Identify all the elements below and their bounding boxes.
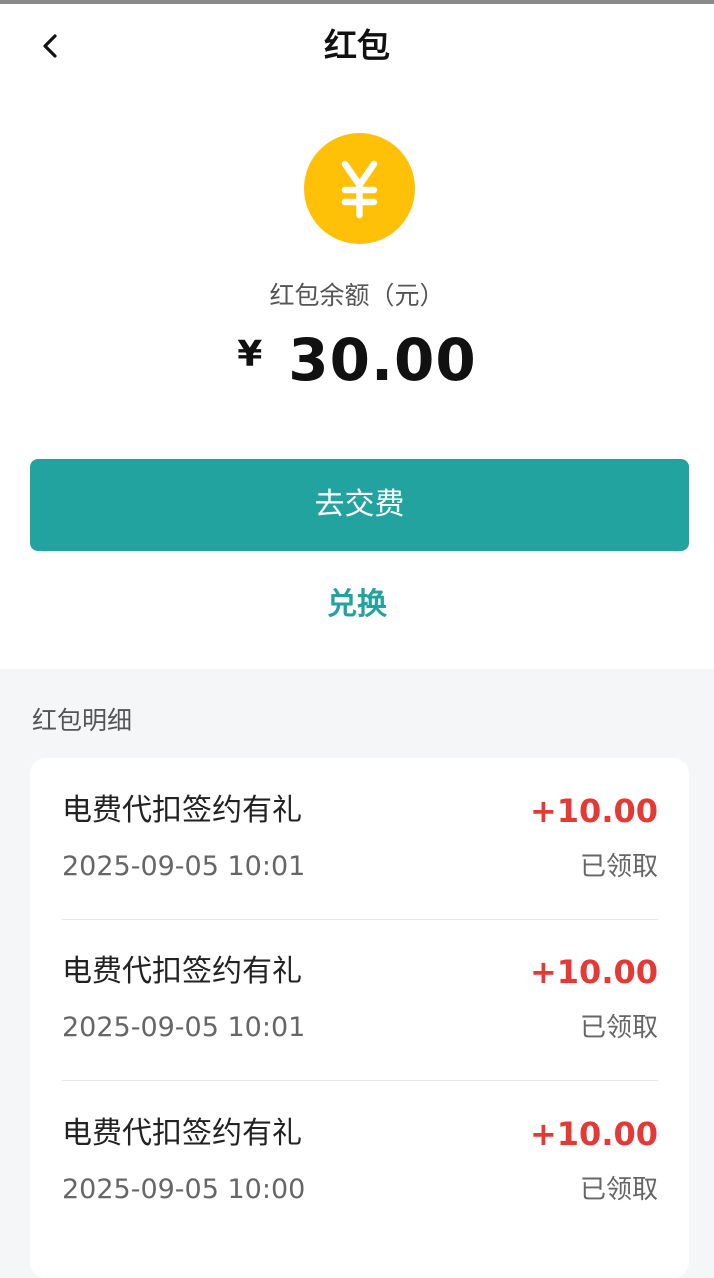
record-status: 已领取: [579, 1175, 658, 1205]
record-title: 电费代扣签约有礼: [62, 954, 302, 989]
record-amount: +10.00: [529, 1115, 658, 1153]
nav-bar: 红包: [0, 4, 714, 86]
record-status: 已领取: [579, 852, 658, 882]
exchange-link[interactable]: 兑换: [0, 584, 714, 626]
record-time: 2025-09-05 10:00: [62, 1174, 306, 1205]
yen-coin-icon: [304, 133, 415, 244]
record-title: 电费代扣签约有礼: [62, 793, 302, 828]
pay-button[interactable]: 去交费: [30, 459, 689, 551]
page-title: 红包: [324, 26, 390, 65]
list-item: 电费代扣签约有礼 +10.00 2025-09-05 10:01 已领取: [62, 919, 658, 1081]
record-status: 已领取: [579, 1013, 658, 1043]
details-card: 电费代扣签约有礼 +10.00 2025-09-05 10:01 已领取 电费代…: [30, 758, 689, 1278]
balance-amount: 30.00: [288, 326, 477, 394]
details-section-title: 红包明细: [32, 706, 133, 735]
balance-label: 红包余额（元）: [269, 281, 445, 310]
record-amount: +10.00: [529, 792, 658, 830]
list-item: 电费代扣签约有礼 +10.00 2025-09-05 10:01 已领取: [62, 758, 658, 920]
record-time: 2025-09-05 10:01: [62, 1012, 306, 1043]
list-item: 电费代扣签约有礼 +10.00 2025-09-05 10:00 已领取: [62, 1081, 658, 1243]
record-time: 2025-09-05 10:01: [62, 851, 306, 882]
currency-symbol: ¥: [237, 333, 263, 375]
balance-amount-row: ¥30.00: [0, 326, 714, 402]
record-amount: +10.00: [529, 953, 658, 991]
record-title: 电费代扣签约有礼: [62, 1116, 302, 1151]
